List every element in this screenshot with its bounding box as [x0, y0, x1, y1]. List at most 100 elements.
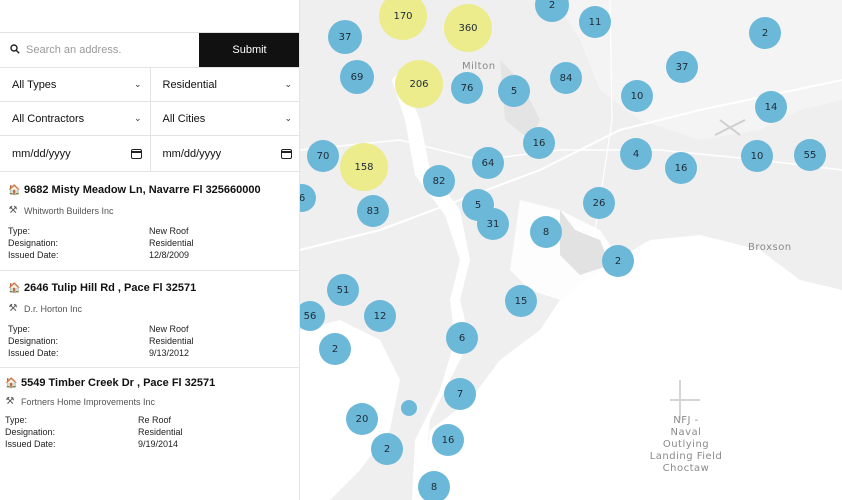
place-label-broxson: Broxson	[748, 242, 792, 253]
map-cluster-marker[interactable]: 2	[371, 433, 403, 465]
map-cluster-marker[interactable]: 8	[530, 216, 562, 248]
map-cluster-marker[interactable]	[401, 400, 417, 416]
listing-designation: Residential	[138, 427, 183, 437]
chevron-down-icon: ⌄	[284, 79, 292, 89]
listing-address: 5549 Timber Creek Dr , Pace Fl 32571	[21, 377, 216, 389]
map-cluster-marker[interactable]: 16	[523, 127, 555, 159]
listing-contractor: Fortners Home Improvements Inc	[21, 396, 156, 407]
listing-type: New Roof	[149, 324, 189, 334]
map-cluster-marker[interactable]: 37	[666, 51, 698, 83]
designation-select-value: Residential	[162, 78, 217, 91]
map-cluster-marker[interactable]: 5	[498, 75, 530, 107]
calendar-icon[interactable]	[130, 148, 142, 159]
listing-address: 2646 Tulip Hill Rd , Pace Fl 32571	[24, 282, 197, 294]
place-label-nolf-choctaw: NFJ - Naval Outlying Landing Field Choct…	[649, 415, 723, 474]
designation-label: Designation:	[8, 238, 59, 248]
map-cluster-marker[interactable]: 15	[505, 285, 537, 317]
listing-type: New Roof	[149, 226, 189, 236]
chevron-down-icon: ⌄	[133, 79, 142, 89]
designation-label: Designation:	[5, 427, 56, 437]
map-cluster-marker[interactable]: 82	[423, 165, 455, 197]
map-cluster-marker[interactable]: 51	[327, 274, 359, 306]
filter-row-dates: mm/dd/yyyy mm/dd/yyyy	[0, 136, 300, 172]
chevron-down-icon: ⌄	[284, 113, 292, 123]
listing-issued: 12/8/2009	[149, 250, 190, 260]
map-cluster-marker[interactable]: 2	[749, 17, 781, 49]
contractor-select-value: All Contractors	[12, 112, 85, 125]
map-cluster-marker[interactable]: 76	[451, 72, 483, 104]
date-to-value: mm/dd/yyyy	[162, 147, 222, 160]
map-cluster-marker[interactable]: 206	[395, 60, 443, 108]
map-cluster-marker[interactable]: 20	[346, 403, 378, 435]
listing-designation: Residential	[149, 336, 194, 346]
tools-icon: ⚒	[8, 303, 18, 314]
submit-button[interactable]: Submit	[199, 33, 299, 67]
map-cluster-marker[interactable]: 6	[446, 322, 478, 354]
listing-type: Re Roof	[138, 415, 172, 425]
type-select-value: All Types	[12, 78, 57, 91]
map-cluster-marker[interactable]: 8	[418, 471, 450, 500]
map-cluster-marker[interactable]: 2	[319, 333, 351, 365]
map-cluster-marker[interactable]: 84	[550, 62, 582, 94]
map-cluster-marker[interactable]: 360	[444, 4, 492, 52]
divider	[0, 270, 299, 271]
listing-contractor: D.r. Horton Inc	[24, 303, 83, 314]
designation-select[interactable]: Residential ⌄	[149, 68, 300, 101]
map-cluster-marker[interactable]: 10	[621, 80, 653, 112]
divider	[0, 367, 299, 368]
listing-issued: 9/19/2014	[138, 439, 179, 449]
map-cluster-marker[interactable]: 7	[444, 378, 476, 410]
house-icon: 🏠	[5, 377, 18, 389]
map-cluster-marker[interactable]: 83	[357, 195, 389, 227]
search-placeholder: Search an address.	[26, 44, 122, 56]
listing-designation: Residential	[149, 238, 194, 248]
list-item[interactable]: 🏠 5549 Timber Creek Dr , Pace Fl 32571 ⚒…	[0, 377, 299, 449]
map-cluster-marker[interactable]: 16	[432, 424, 464, 456]
tools-icon: ⚒	[8, 205, 18, 216]
map-cluster-marker[interactable]: 14	[755, 91, 787, 123]
map-cluster-marker[interactable]: 11	[579, 6, 611, 38]
city-select-value: All Cities	[162, 112, 206, 125]
list-item[interactable]: 🏠 9682 Misty Meadow Ln, Navarre Fl 32566…	[0, 184, 299, 260]
chevron-down-icon: ⌄	[133, 113, 142, 123]
filter-row-1: All Types ⌄ Residential ⌄	[0, 68, 300, 102]
city-select[interactable]: All Cities ⌄	[149, 102, 300, 135]
type-label: Type:	[8, 226, 31, 236]
house-icon: 🏠	[8, 282, 21, 294]
map-cluster-marker[interactable]: 4	[620, 138, 652, 170]
map-cluster-marker[interactable]: 10	[741, 140, 773, 172]
search-icon	[10, 43, 20, 57]
issued-label: Issued Date:	[5, 439, 56, 449]
type-label: Type:	[8, 324, 31, 334]
issued-label: Issued Date:	[8, 250, 59, 260]
list-item[interactable]: 🏠 2646 Tulip Hill Rd , Pace Fl 32571 ⚒ D…	[0, 282, 299, 358]
search-input[interactable]: Search an address.	[0, 33, 199, 67]
map-cluster-marker[interactable]: 26	[583, 187, 615, 219]
map-cluster-marker[interactable]: 64	[472, 147, 504, 179]
listing-address: 9682 Misty Meadow Ln, Navarre Fl 3256600…	[24, 184, 261, 196]
map-cluster-marker[interactable]: 55	[794, 139, 826, 171]
map-cluster-marker[interactable]: 69	[340, 60, 374, 94]
type-select[interactable]: All Types ⌄	[0, 68, 150, 101]
map-cluster-marker[interactable]: 12	[364, 300, 396, 332]
date-from-input[interactable]: mm/dd/yyyy	[0, 136, 150, 171]
results-panel: Search an address. Submit All Types ⌄ Re…	[0, 0, 300, 500]
date-to-input[interactable]: mm/dd/yyyy	[149, 136, 300, 171]
house-icon: 🏠	[8, 184, 21, 196]
map-cluster-marker[interactable]: 31	[477, 208, 509, 240]
designation-label: Designation:	[8, 336, 59, 346]
map-cluster-marker[interactable]: 158	[340, 143, 388, 191]
map-cluster-marker[interactable]: 70	[307, 140, 339, 172]
filter-row-2: All Contractors ⌄ All Cities ⌄	[0, 102, 300, 136]
map-cluster-marker[interactable]: 2	[602, 245, 634, 277]
search-bar: Search an address. Submit	[0, 32, 299, 68]
map-cluster-marker[interactable]: 37	[328, 20, 362, 54]
tools-icon: ⚒	[5, 396, 15, 407]
type-label: Type:	[5, 415, 28, 425]
listing-issued: 9/13/2012	[149, 348, 190, 358]
date-from-value: mm/dd/yyyy	[12, 147, 71, 160]
map-cluster-marker[interactable]: 16	[665, 152, 697, 184]
calendar-icon[interactable]	[281, 148, 292, 159]
contractor-select[interactable]: All Contractors ⌄	[0, 102, 150, 135]
issued-label: Issued Date:	[8, 348, 59, 358]
